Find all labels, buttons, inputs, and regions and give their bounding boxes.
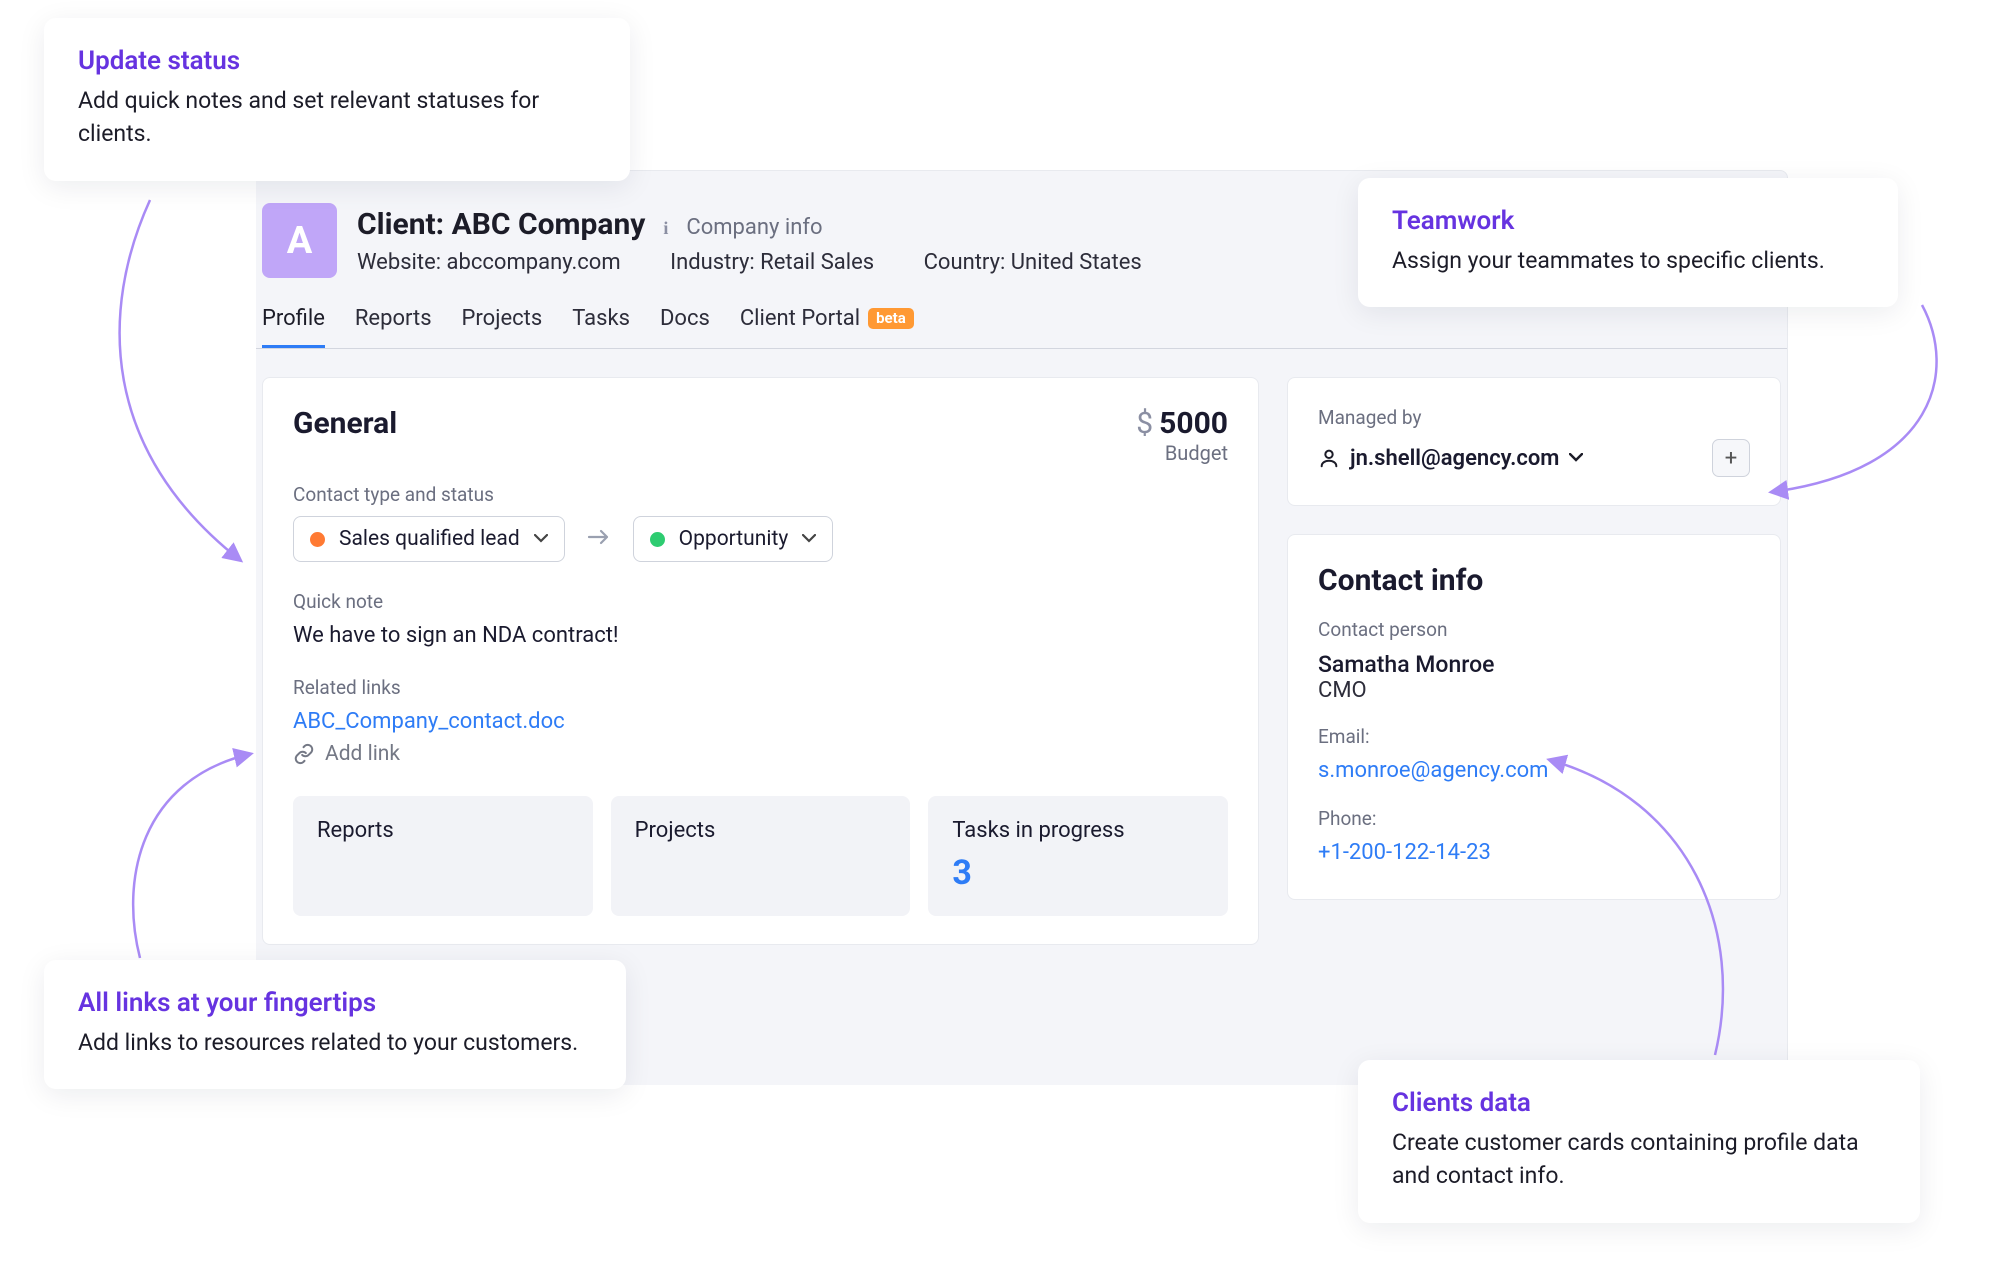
contact-phone[interactable]: +1-200-122-14-23 [1318,840,1750,865]
stat-title: Reports [317,818,569,843]
stat-card-reports[interactable]: Reports [293,796,593,916]
quick-note-text: We have to sign an NDA contract! [293,623,1228,648]
contact-info-title: Contact info [1318,563,1750,598]
contact-role: CMO [1318,678,1750,703]
status-from-value: Sales qualified lead [339,527,520,551]
general-card: General $5000 Budget Contact type and st… [262,377,1259,945]
add-link-label: Add link [325,742,400,766]
managed-by-label: Managed by [1318,406,1750,429]
tab-client-portal[interactable]: Client Portal beta [740,300,914,348]
status-label: Contact type and status [293,483,1228,506]
callout-text: Add quick notes and set relevant statuse… [78,84,596,151]
status-to-value: Opportunity [679,527,789,551]
tab-profile[interactable]: Profile [262,300,325,348]
contact-email[interactable]: s.monroe@agency.com [1318,758,1750,783]
crm-client-panel: A Client: ABC Company i Company info Web… [256,170,1788,1085]
callout-text: Create customer cards containing profile… [1392,1126,1886,1193]
status-to-select[interactable]: Opportunity [633,516,834,562]
contact-info-card: Contact info Contact person Samatha Monr… [1287,534,1781,900]
email-label: Email: [1318,725,1750,748]
callout-text: Add links to resources related to your c… [78,1026,592,1059]
tab-tasks[interactable]: Tasks [572,300,630,348]
chevron-down-icon [1569,450,1583,466]
link-icon [293,743,315,765]
status-dot-icon [310,532,325,547]
callout-links: All links at your fingertips Add links t… [44,960,626,1089]
callout-title: Teamwork [1392,206,1864,236]
add-link-button[interactable]: Add link [293,742,1228,766]
manager-email: jn.shell@agency.com [1350,446,1559,471]
callout-text: Assign your teammates to specific client… [1392,244,1864,277]
general-title: General [293,406,397,441]
stat-value: 3 [952,853,1204,893]
status-dot-icon [650,532,665,547]
person-icon [1318,447,1340,469]
tab-docs[interactable]: Docs [660,300,710,348]
budget-value: $5000 [1136,406,1228,441]
contact-person-label: Contact person [1318,618,1750,641]
client-title: Client: ABC Company [357,207,645,242]
callout-title: Update status [78,46,596,76]
stat-title: Projects [635,818,887,843]
client-tabs: Profile Reports Projects Tasks Docs Clie… [256,300,1787,349]
callout-clients-data: Clients data Create customer cards conta… [1358,1060,1920,1223]
managed-by-card: Managed by jn.shell@agency.com [1287,377,1781,506]
arrow-right-icon [587,527,611,552]
callout-title: Clients data [1392,1088,1886,1118]
stat-card-projects[interactable]: Projects [611,796,911,916]
company-info-label[interactable]: Company info [686,215,822,240]
manager-select[interactable]: jn.shell@agency.com [1318,446,1583,471]
plus-icon: + [1725,446,1737,471]
tab-reports[interactable]: Reports [355,300,432,348]
tab-projects[interactable]: Projects [462,300,543,348]
status-from-select[interactable]: Sales qualified lead [293,516,565,562]
stat-title: Tasks in progress [952,818,1204,843]
beta-badge: beta [868,308,914,329]
related-links-label: Related links [293,676,1228,699]
quick-note-label: Quick note [293,590,1228,613]
related-link[interactable]: ABC_Company_contact.doc [293,709,1228,734]
add-manager-button[interactable]: + [1712,439,1750,477]
callout-title: All links at your fingertips [78,988,592,1018]
stat-card-tasks[interactable]: Tasks in progress 3 [928,796,1228,916]
budget-label: Budget [1136,441,1228,465]
industry-label: Industry: Retail Sales [670,250,874,275]
chevron-down-icon [534,531,548,547]
website-label: Website: abccompany.com [357,250,621,275]
info-icon[interactable]: i [663,218,668,239]
contact-name: Samatha Monroe [1318,651,1750,678]
avatar-letter: A [287,219,313,263]
callout-update-status: Update status Add quick notes and set re… [44,18,630,181]
country-label: Country: United States [924,250,1142,275]
chevron-down-icon [802,531,816,547]
callout-teamwork: Teamwork Assign your teammates to specif… [1358,178,1898,307]
phone-label: Phone: [1318,807,1750,830]
client-avatar: A [262,203,337,278]
